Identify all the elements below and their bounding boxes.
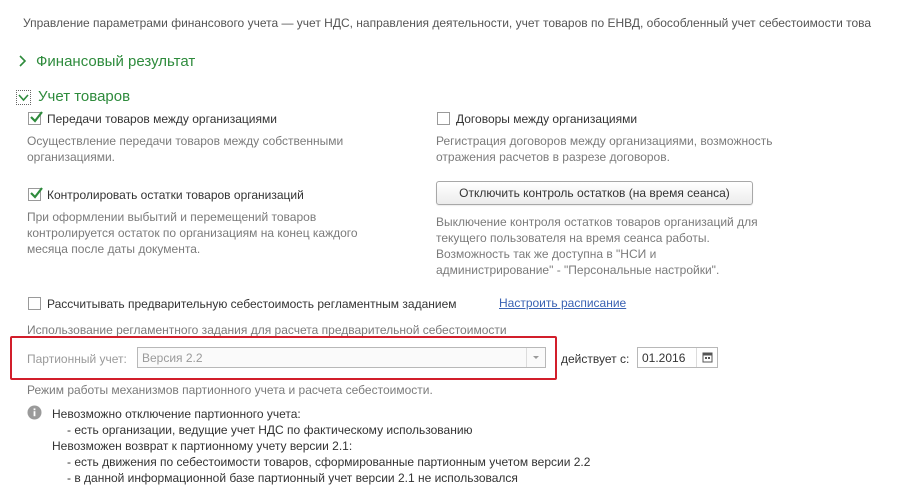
- contracts-between-orgs-hint-1: Регистрация договоров между организациям…: [436, 134, 773, 148]
- page-description: Управление параметрами финансового учета…: [23, 16, 872, 30]
- control-stock-hint-1: При оформлении выбытий и перемещений тов…: [27, 210, 317, 224]
- info-line-4: - есть движения по себестоимости товаров…: [67, 455, 591, 469]
- effective-date-input[interactable]: 01.2016: [637, 347, 718, 368]
- disable-stock-control-hint-3: Возможность так же доступна в "НСИ и: [436, 247, 657, 261]
- disable-stock-control-button[interactable]: Отключить контроль остатков (на время се…: [436, 181, 753, 205]
- section-title-goods-accounting: Учет товаров: [38, 88, 131, 105]
- info-line-1: Невозможно отключение партионного учета:: [52, 407, 301, 421]
- preliminary-cost-label[interactable]: Рассчитывать предварительную себестоимос…: [47, 296, 457, 312]
- preliminary-cost-checkbox[interactable]: [28, 297, 41, 310]
- info-icon: [27, 405, 42, 423]
- section-title-financial-result: Финансовый результат: [36, 53, 196, 70]
- transfer-between-orgs-label[interactable]: Передачи товаров между организациями: [47, 111, 277, 127]
- transfer-between-orgs-checkbox[interactable]: [28, 111, 43, 125]
- batch-accounting-hint: Режим работы механизмов партионного учет…: [27, 383, 433, 397]
- disable-stock-control-hint-2: текущего пользователя на время сеанса ра…: [436, 231, 710, 245]
- disable-stock-control-hint-1: Выключение контроля остатков товаров орг…: [436, 215, 758, 229]
- chevron-right-icon: [18, 54, 28, 71]
- chevron-down-icon: [16, 90, 31, 105]
- control-stock-label[interactable]: Контролировать остатки товаров организац…: [47, 187, 304, 203]
- effective-from-label: действует с:: [561, 352, 630, 366]
- contracts-between-orgs-checkbox[interactable]: [437, 112, 450, 125]
- configure-schedule-link[interactable]: Настроить расписание: [499, 296, 626, 310]
- contracts-between-orgs-hint-2: отражения расчетов в разрезе договоров.: [436, 150, 670, 164]
- contracts-between-orgs-label[interactable]: Договоры между организациями: [456, 111, 637, 127]
- effective-date-value: 01.2016: [642, 351, 686, 365]
- highlight-box: [10, 336, 557, 380]
- control-stock-hint-3: месяца после даты документа.: [27, 242, 201, 256]
- calendar-icon[interactable]: [696, 348, 717, 367]
- control-stock-hint-2: контролируется остаток по организациям н…: [27, 226, 358, 240]
- checkmark-icon: [30, 111, 43, 123]
- info-line-5: - в данной информационной базе партионны…: [67, 471, 518, 485]
- disable-stock-control-hint-4: администрирование" - "Персональные настр…: [436, 263, 720, 277]
- transfer-between-orgs-hint-2: организациями.: [27, 150, 116, 164]
- info-line-3: Невозможен возврат к партионному учету в…: [52, 439, 353, 453]
- transfer-between-orgs-hint-1: Осуществление передачи товаров между соб…: [27, 134, 344, 148]
- checkmark-icon: [30, 187, 43, 199]
- control-stock-checkbox[interactable]: [28, 187, 43, 201]
- info-line-2: - есть организации, ведущие учет НДС по …: [67, 423, 473, 437]
